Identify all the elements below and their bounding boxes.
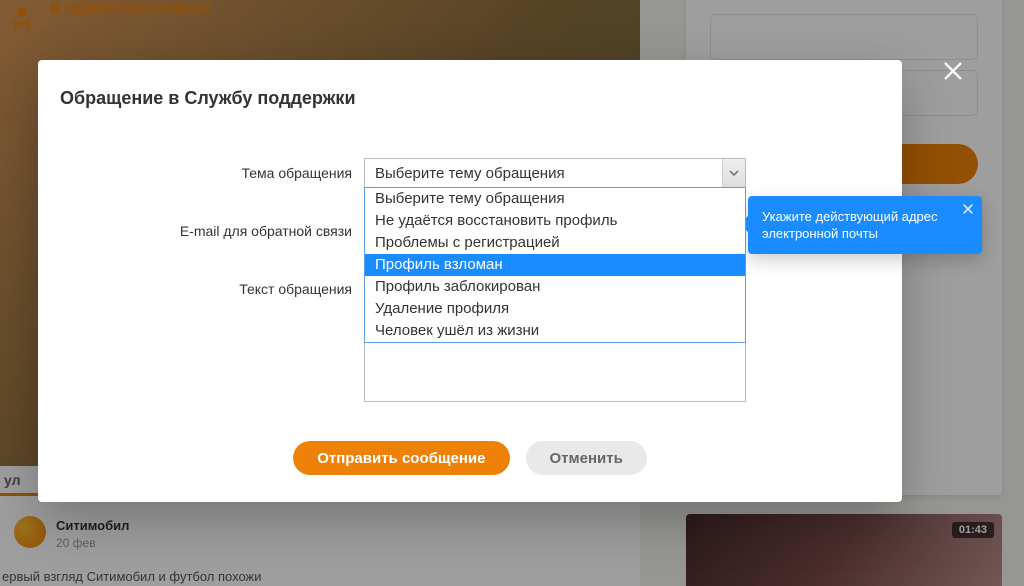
subject-option[interactable]: Удаление профиля bbox=[365, 298, 745, 320]
subject-option[interactable]: Профиль взломан bbox=[365, 254, 745, 276]
label-text: Текст обращения bbox=[38, 274, 364, 304]
tooltip-close-button[interactable] bbox=[962, 202, 976, 216]
modal-close-button[interactable] bbox=[942, 60, 964, 82]
email-tooltip: Укажите действующий адрес электронной по… bbox=[748, 196, 982, 254]
submit-button[interactable]: Отправить сообщение bbox=[293, 441, 509, 475]
subject-dropdown[interactable]: Выберите тему обращенияНе удаётся восста… bbox=[364, 187, 746, 343]
subject-option[interactable]: Не удаётся восстановить профиль bbox=[365, 210, 745, 232]
label-email: E-mail для обратной связи bbox=[38, 216, 364, 246]
subject-select[interactable]: Выберите тему обращения bbox=[364, 158, 746, 188]
tooltip-text: Укажите действующий адрес электронной по… bbox=[762, 209, 938, 241]
subject-option[interactable]: Выберите тему обращения bbox=[365, 188, 745, 210]
label-subject: Тема обращения bbox=[38, 158, 364, 188]
modal-buttons: Отправить сообщение Отменить bbox=[38, 441, 902, 475]
support-modal: Обращение в Службу поддержки Тема обраще… bbox=[38, 60, 902, 502]
subject-option[interactable]: Проблемы с регистрацией bbox=[365, 232, 745, 254]
cancel-button[interactable]: Отменить bbox=[526, 441, 647, 475]
subject-option[interactable]: Человек ушёл из жизни bbox=[365, 320, 745, 342]
subject-select-value: Выберите тему обращения bbox=[375, 165, 565, 182]
chevron-down-icon bbox=[722, 159, 745, 187]
subject-option[interactable]: Профиль заблокирован bbox=[365, 276, 745, 298]
modal-title: Обращение в Службу поддержки bbox=[60, 88, 356, 109]
row-subject: Тема обращения Выберите тему обращения В… bbox=[38, 158, 902, 188]
